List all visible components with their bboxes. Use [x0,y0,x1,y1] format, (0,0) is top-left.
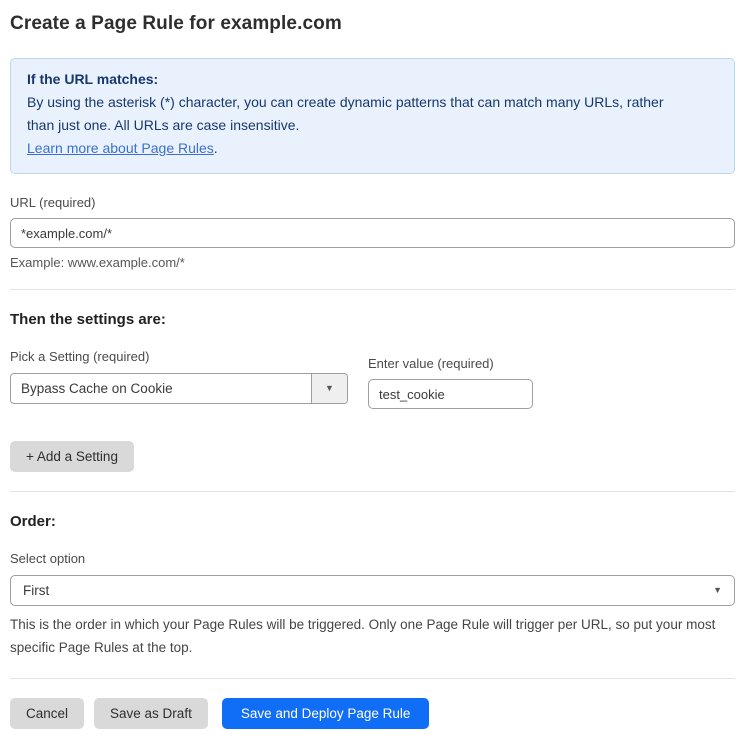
setting-picker-column: Pick a Setting (required) Bypass Cache o… [10,328,348,404]
url-matches-info-box: If the URL matches: By using the asteris… [10,58,735,174]
setting-picker-value: Bypass Cache on Cookie [11,374,311,403]
link-period: . [214,140,218,156]
order-section-heading: Order: [10,513,735,530]
setting-picker-label: Pick a Setting (required) [10,349,348,364]
divider [10,678,735,679]
setting-picker-dropdown[interactable]: Bypass Cache on Cookie ▼ [10,373,348,404]
chevron-down-icon: ▼ [713,586,722,595]
footer-actions: Cancel Save as Draft Save and Deploy Pag… [10,698,735,743]
divider [10,491,735,492]
settings-section-heading: Then the settings are: [10,311,735,328]
order-select-label: Select option [10,551,735,566]
add-setting-button[interactable]: + Add a Setting [10,441,134,472]
save-draft-button[interactable]: Save as Draft [94,698,208,729]
chevron-down-icon: ▼ [325,384,334,393]
setting-picker-caret-button[interactable]: ▼ [311,374,347,403]
page-title: Create a Page Rule for example.com [10,13,735,35]
order-select-value: First [23,583,49,598]
url-label: URL (required) [10,195,735,210]
url-helper-text: Example: www.example.com/* [10,255,735,270]
url-input[interactable] [10,218,735,248]
learn-more-link[interactable]: Learn more about Page Rules [27,140,214,156]
settings-row: Pick a Setting (required) Bypass Cache o… [10,328,735,409]
setting-value-column: Enter value (required) [368,328,533,409]
info-link-line: Learn more about Page Rules. [27,137,718,160]
page-rule-form: Create a Page Rule for example.com If th… [10,0,735,743]
order-helper-text: This is the order in which your Page Rul… [10,613,735,659]
cancel-button[interactable]: Cancel [10,698,84,729]
setting-value-input[interactable] [368,379,533,409]
save-deploy-button[interactable]: Save and Deploy Page Rule [222,698,430,729]
divider [10,289,735,290]
setting-value-label: Enter value (required) [368,356,533,371]
info-box-body: By using the asterisk (*) character, you… [27,91,687,137]
order-select-dropdown[interactable]: First ▼ [10,575,735,606]
info-box-heading: If the URL matches: [27,68,718,91]
